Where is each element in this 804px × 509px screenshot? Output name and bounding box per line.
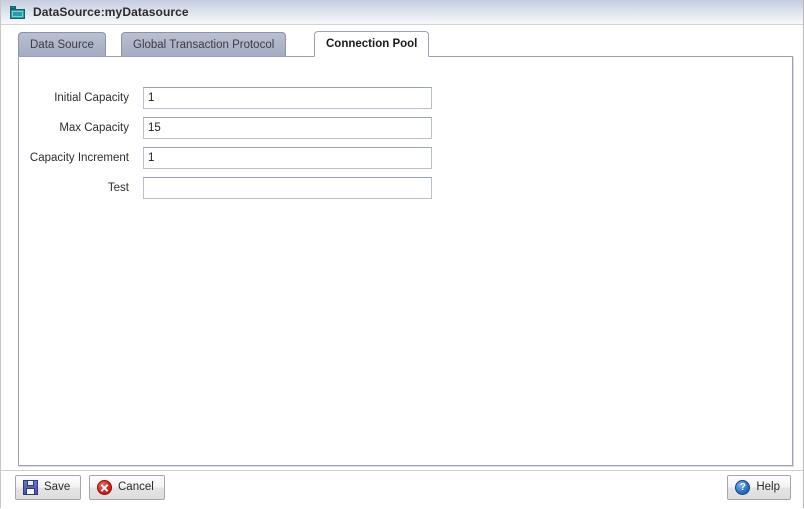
tab-global-transaction-protocol-label: Global Transaction Protocol <box>133 39 275 51</box>
dialog-button-bar: Save Cancel ? Help <box>1 470 803 509</box>
tab-data-source-label: Data Source <box>30 39 94 51</box>
capacity-increment-label: Capacity Increment <box>29 152 129 164</box>
connection-pool-panel: Initial Capacity Max Capacity Capacity I… <box>18 56 793 466</box>
tab-global-transaction-protocol[interactable]: Global Transaction Protocol <box>121 32 287 57</box>
window-titlebar: DataSource:myDatasource <box>1 0 803 25</box>
max-capacity-label: Max Capacity <box>59 122 129 134</box>
connection-pool-form: Initial Capacity Max Capacity Capacity I… <box>19 83 792 203</box>
floppy-disk-icon <box>23 480 38 495</box>
save-button-label: Save <box>44 480 71 493</box>
help-button[interactable]: ? Help <box>727 475 791 500</box>
red-circle-x-icon <box>97 480 112 495</box>
tab-data-source[interactable]: Data Source <box>18 32 106 57</box>
capacity-increment-input[interactable] <box>143 147 432 169</box>
tab-connection-pool-label: Connection Pool <box>326 38 418 50</box>
tab-strip: Data Source Global Transaction Protocol … <box>1 26 803 57</box>
save-button[interactable]: Save <box>15 475 82 500</box>
datasource-folder-icon <box>10 5 25 19</box>
form-row-capacity-increment: Capacity Increment <box>19 143 792 173</box>
tab-connection-pool[interactable]: Connection Pool <box>314 31 430 57</box>
test-input[interactable] <box>143 177 432 199</box>
initial-capacity-input[interactable] <box>143 87 432 109</box>
window-title: DataSource:myDatasource <box>33 5 189 19</box>
form-row-initial-capacity: Initial Capacity <box>19 83 792 113</box>
blue-circle-question-icon: ? <box>735 480 751 495</box>
datasource-configuration-window: DataSource:myDatasource Data Source Glob… <box>0 0 804 509</box>
help-button-label: Help <box>756 480 780 493</box>
test-label: Test <box>107 182 129 194</box>
max-capacity-input[interactable] <box>143 117 432 139</box>
cancel-button-label: Cancel <box>118 480 154 493</box>
form-row-test: Test <box>19 173 792 203</box>
form-row-max-capacity: Max Capacity <box>19 113 792 143</box>
cancel-button[interactable]: Cancel <box>89 475 165 500</box>
initial-capacity-label: Initial Capacity <box>54 92 129 104</box>
